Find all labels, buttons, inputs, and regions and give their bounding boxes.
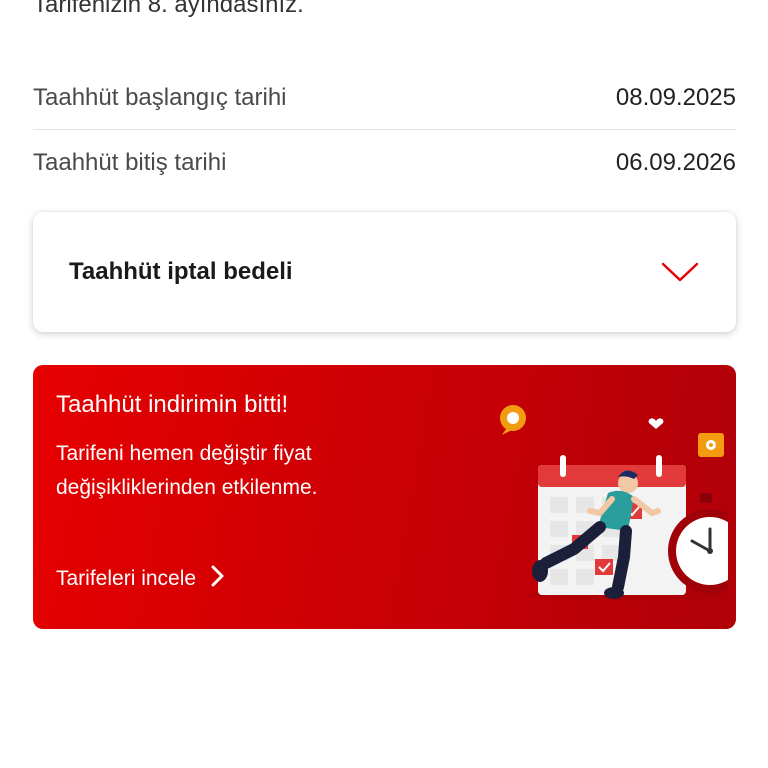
calendar-runner-illustration — [500, 405, 728, 601]
heart-icon — [648, 418, 664, 429]
cancellation-fee-title: Taahhüt iptal bedeli — [69, 258, 293, 285]
gear-badge-icon — [698, 433, 724, 457]
commitment-start-row: Taahhüt başlangıç tarihi 08.09.2025 — [33, 78, 736, 118]
commitment-end-date: 06.09.2026 — [615, 149, 736, 176]
chevron-right-icon — [210, 565, 224, 593]
divider — [33, 129, 736, 130]
commitment-end-label: Taahhüt bitiş tarihi — [33, 149, 227, 176]
commitment-end-row: Taahhüt bitiş tarihi 06.09.2026 — [33, 143, 736, 183]
chevron-down-icon[interactable] — [660, 260, 700, 284]
cancellation-fee-accordion[interactable]: Taahhüt iptal bedeli — [33, 212, 736, 332]
promo-description: Tarifeni hemen değiştir fiyat değişiklik… — [56, 442, 318, 499]
chat-bubble-icon — [500, 405, 526, 435]
promo-headline: Taahhüt indirimin bitti! — [56, 391, 289, 418]
promo-banner[interactable]: Taahhüt indirimin bitti! Tarifeni hemen … — [33, 365, 736, 629]
view-tariffs-label: Tarifeleri incele — [56, 567, 197, 590]
commitment-progress-text: Tarifenizin 8. ayındasınız. — [33, 0, 304, 18]
view-tariffs-link[interactable]: Tarifeleri incele — [56, 565, 224, 593]
commitment-start-date: 08.09.2025 — [615, 84, 736, 111]
commitment-start-label: Taahhüt başlangıç tarihi — [33, 84, 287, 111]
